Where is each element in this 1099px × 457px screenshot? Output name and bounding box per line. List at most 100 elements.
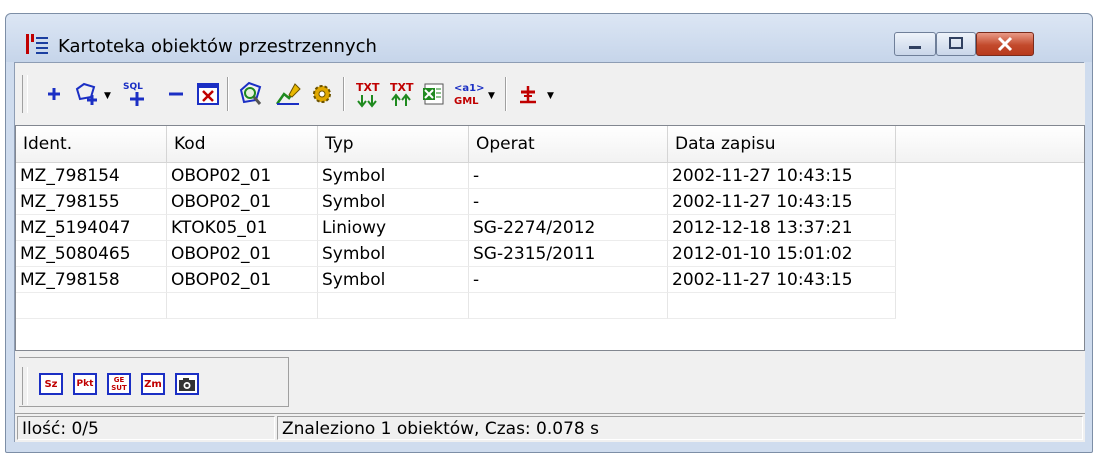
gear-icon xyxy=(313,85,331,103)
cell-data-zapisu: 2002-11-27 10:43:15 xyxy=(668,267,896,293)
table-row[interactable]: MZ_798154 OBOP02_01 Symbol - 2002-11-27 … xyxy=(16,163,1084,189)
table-header: Ident. Kod Typ Operat Data zapisu xyxy=(16,126,1084,163)
cell-empty xyxy=(469,293,668,319)
title-bar[interactable]: Kartoteka obiektów przestrzennych xyxy=(6,14,1092,62)
cell-operat: - xyxy=(469,189,668,215)
cell-empty xyxy=(167,293,318,319)
cell-kod: OBOP02_01 xyxy=(167,189,318,215)
excel-icon xyxy=(423,83,444,105)
camera-icon xyxy=(179,378,195,391)
gml-tag-label: <a1> xyxy=(454,83,484,94)
minus-icon xyxy=(169,92,183,96)
sz-button[interactable]: Sz xyxy=(39,373,63,395)
remove-button[interactable] xyxy=(161,79,191,109)
txt-export-icon: TXT xyxy=(356,81,380,108)
toolbar-separator xyxy=(343,77,345,111)
toolbar-separator xyxy=(505,77,507,111)
txt-import-label: TXT xyxy=(390,81,414,94)
cell-typ: Symbol xyxy=(318,189,469,215)
content-area: ▼ SQL TXT TXT <a1> GML ▼ ▼ Ident. Kod Ty… xyxy=(14,62,1085,442)
cell-typ: Symbol xyxy=(318,267,469,293)
balance-button[interactable] xyxy=(513,79,543,109)
bottom-toolbar: Sz Pkt GE SUT Zm xyxy=(15,351,1085,413)
column-header-ident[interactable]: Ident. xyxy=(16,126,167,162)
main-toolbar: ▼ SQL TXT TXT <a1> GML ▼ ▼ xyxy=(15,63,1085,126)
cell-typ: Symbol xyxy=(318,241,469,267)
txt-import-icon: TXT xyxy=(390,81,414,106)
cell-ident: MZ_5194047 xyxy=(16,215,167,241)
sql-label: SQL xyxy=(123,82,143,92)
status-count: Ilość: 0/5 xyxy=(17,416,275,440)
camera-button[interactable] xyxy=(175,373,199,395)
cell-operat: SG-2315/2011 xyxy=(469,241,668,267)
cell-typ: Symbol xyxy=(318,163,469,189)
column-header-kod[interactable]: Kod xyxy=(167,126,318,162)
settings-button[interactable] xyxy=(307,79,337,109)
cell-operat: - xyxy=(469,163,668,189)
zm-button[interactable]: Zm xyxy=(141,373,165,395)
bottom-toolbar-grip[interactable] xyxy=(22,367,28,405)
table-row[interactable]: MZ_798155 OBOP02_01 Symbol - 2002-11-27 … xyxy=(16,189,1084,215)
maximize-icon xyxy=(949,37,963,49)
table-row[interactable]: MZ_5080465 OBOP02_01 Symbol SG-2315/2011… xyxy=(16,241,1084,267)
cell-operat: SG-2274/2012 xyxy=(469,215,668,241)
minimize-button[interactable] xyxy=(894,32,936,56)
cell-ident: MZ_5080465 xyxy=(16,241,167,267)
pkt-button[interactable]: Pkt xyxy=(73,373,97,395)
window-title: Kartoteka obiektów przestrzennych xyxy=(58,36,377,57)
cell-typ: Liniowy xyxy=(318,215,469,241)
cell-ident: MZ_798155 xyxy=(16,189,167,215)
gml-label: GML xyxy=(454,96,479,107)
export-gml-button[interactable]: <a1> GML xyxy=(451,79,485,109)
column-header-operat[interactable]: Operat xyxy=(469,126,668,162)
gml-dropdown-arrow-icon[interactable]: ▼ xyxy=(488,91,495,101)
table-row[interactable]: MZ_798158 OBOP02_01 Symbol - 2002-11-27 … xyxy=(16,267,1084,293)
cell-kod: KTOK05_01 xyxy=(167,215,318,241)
sql-add-icon: SQL xyxy=(123,82,144,106)
polygon-dropdown-arrow-icon[interactable]: ▼ xyxy=(104,91,111,101)
gml-icon: <a1> GML xyxy=(454,83,484,107)
balance-dropdown-arrow-icon[interactable]: ▼ xyxy=(547,91,554,101)
toolbar-separator xyxy=(227,77,229,111)
cell-data-zapisu: 2012-01-10 15:01:02 xyxy=(668,241,896,267)
status-message: Znaleziono 1 obiektów, Czas: 0.078 s xyxy=(277,416,1083,440)
polygon-search-icon xyxy=(239,81,262,105)
txt-export-label: TXT xyxy=(356,81,380,94)
cell-data-zapisu: 2002-11-27 10:43:15 xyxy=(668,189,896,215)
cell-empty xyxy=(668,293,896,319)
cell-empty xyxy=(318,293,469,319)
window-delete-icon xyxy=(197,83,219,105)
cell-data-zapisu: 2002-11-27 10:43:15 xyxy=(668,163,896,189)
toolbar-grip[interactable] xyxy=(22,75,28,113)
close-button[interactable] xyxy=(976,32,1034,56)
column-header-data-zapisu[interactable]: Data zapisu xyxy=(668,126,896,162)
cell-kod: OBOP02_01 xyxy=(167,241,318,267)
delete-selected-button[interactable] xyxy=(193,79,223,109)
plus-icon xyxy=(48,88,60,100)
add-polygon-button[interactable] xyxy=(73,79,103,109)
minimize-icon xyxy=(909,46,921,49)
sql-add-button[interactable]: SQL xyxy=(119,79,155,109)
status-bar: Ilość: 0/5 Znaleziono 1 obiektów, Czas: … xyxy=(15,413,1085,442)
column-header-typ[interactable]: Typ xyxy=(318,126,469,162)
search-geometry-button[interactable] xyxy=(237,79,267,109)
gesut-button[interactable]: GE SUT xyxy=(107,373,131,395)
cell-operat: - xyxy=(469,267,668,293)
cell-ident: MZ_798154 xyxy=(16,163,167,189)
export-excel-button[interactable] xyxy=(419,79,449,109)
close-icon xyxy=(997,36,1013,52)
export-txt-button[interactable]: TXT xyxy=(353,79,383,109)
polygon-add-icon xyxy=(75,82,97,105)
cell-empty xyxy=(16,293,167,319)
cell-kod: OBOP02_01 xyxy=(167,163,318,189)
line-edit-icon xyxy=(275,83,301,105)
cell-ident: MZ_798158 xyxy=(16,267,167,293)
import-txt-button[interactable]: TXT xyxy=(387,79,417,109)
edit-line-button[interactable] xyxy=(273,79,303,109)
table-row[interactable]: MZ_5194047 KTOK05_01 Liniowy SG-2274/201… xyxy=(16,215,1084,241)
table-row-empty xyxy=(16,293,1084,319)
add-button[interactable] xyxy=(39,79,69,109)
objects-table: Ident. Kod Typ Operat Data zapisu MZ_798… xyxy=(15,125,1085,351)
maximize-button[interactable] xyxy=(936,32,976,56)
balance-icon xyxy=(520,86,536,104)
